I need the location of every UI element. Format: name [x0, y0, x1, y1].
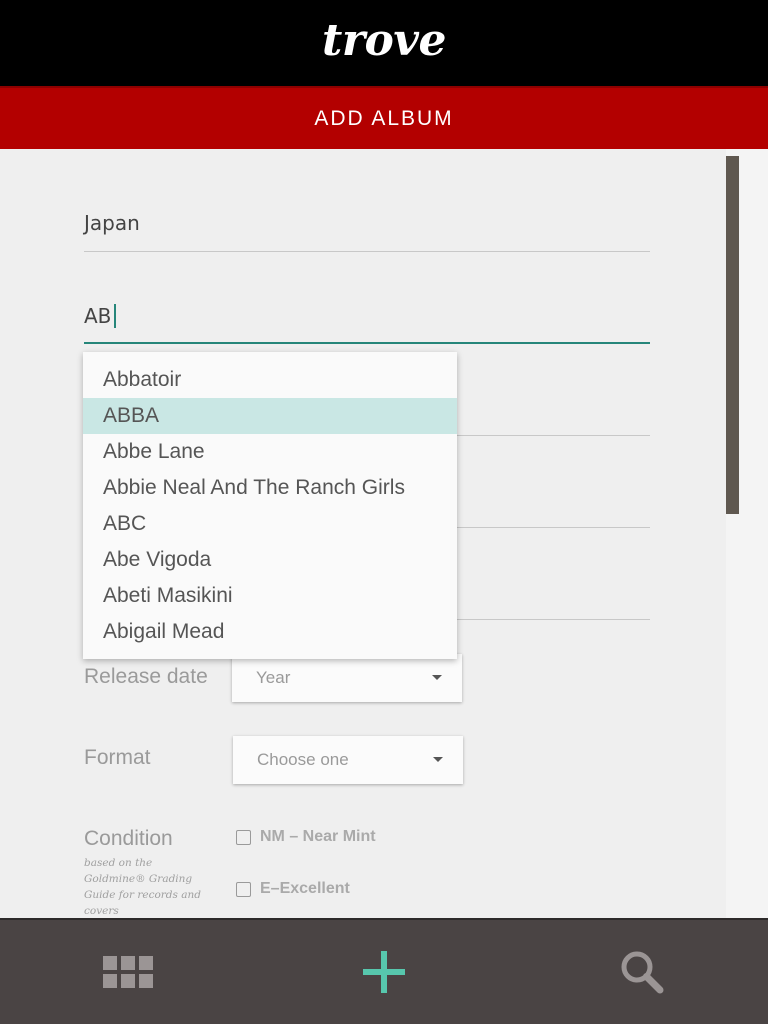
autocomplete-item[interactable]: ABC [83, 506, 457, 542]
add-nav-button[interactable] [324, 920, 444, 1024]
condition-label: Condition [84, 827, 173, 850]
artist-input-underline [84, 342, 650, 344]
autocomplete-item[interactable]: Abbatoir [83, 362, 457, 398]
release-date-label: Release date [84, 665, 208, 688]
scrollbar-thumb[interactable] [726, 156, 739, 514]
chevron-down-icon [433, 757, 443, 762]
app-logo: trove [322, 14, 446, 66]
app-header: trove [0, 0, 768, 86]
screen-title-bar: ADD ALBUM [0, 86, 768, 149]
search-nav-button[interactable] [582, 920, 702, 1024]
chevron-down-icon [432, 675, 442, 680]
release-year-select[interactable]: Year [232, 654, 462, 702]
checkbox[interactable] [236, 881, 251, 897]
screen-title: ADD ALBUM [314, 106, 454, 130]
artist-autocomplete-dropdown: Abbatoir ABBA Abbe Lane Abbie Neal And T… [83, 352, 457, 659]
grid-icon [103, 956, 153, 988]
condition-note: based on the Goldmine® Grading Guide for… [84, 857, 201, 917]
collection-nav-button[interactable] [68, 920, 188, 1024]
autocomplete-item[interactable]: Abe Vigoda [83, 542, 457, 578]
release-year-placeholder: Year [256, 668, 291, 687]
format-label: Format [84, 746, 151, 769]
checkbox[interactable] [236, 829, 251, 845]
autocomplete-item[interactable]: Abbie Neal And The Ranch Girls [83, 470, 457, 506]
condition-option-nm[interactable]: NM – Near Mint [236, 828, 376, 846]
autocomplete-item[interactable]: Abbe Lane [83, 434, 457, 470]
condition-option-e[interactable]: E–Excellent [236, 880, 350, 898]
condition-option-label: NM – Near Mint [260, 828, 376, 845]
bottom-nav-bar [0, 918, 768, 1024]
artist-input-value: AB [84, 304, 112, 328]
scrollbar[interactable] [726, 149, 768, 918]
autocomplete-item-selected[interactable]: ABBA [83, 398, 457, 434]
autocomplete-item[interactable]: Abigail Mead [83, 614, 457, 650]
autocomplete-item[interactable]: Abeti Masikini [83, 578, 457, 614]
plus-icon [363, 951, 405, 993]
format-placeholder: Choose one [257, 750, 349, 769]
country-input-underline [84, 251, 650, 252]
text-caret [114, 304, 116, 328]
artist-input[interactable]: AB [84, 304, 650, 328]
search-icon [621, 951, 664, 994]
condition-option-label: E–Excellent [260, 880, 350, 897]
format-select[interactable]: Choose one [233, 736, 463, 784]
country-input[interactable]: Japan [84, 211, 650, 235]
